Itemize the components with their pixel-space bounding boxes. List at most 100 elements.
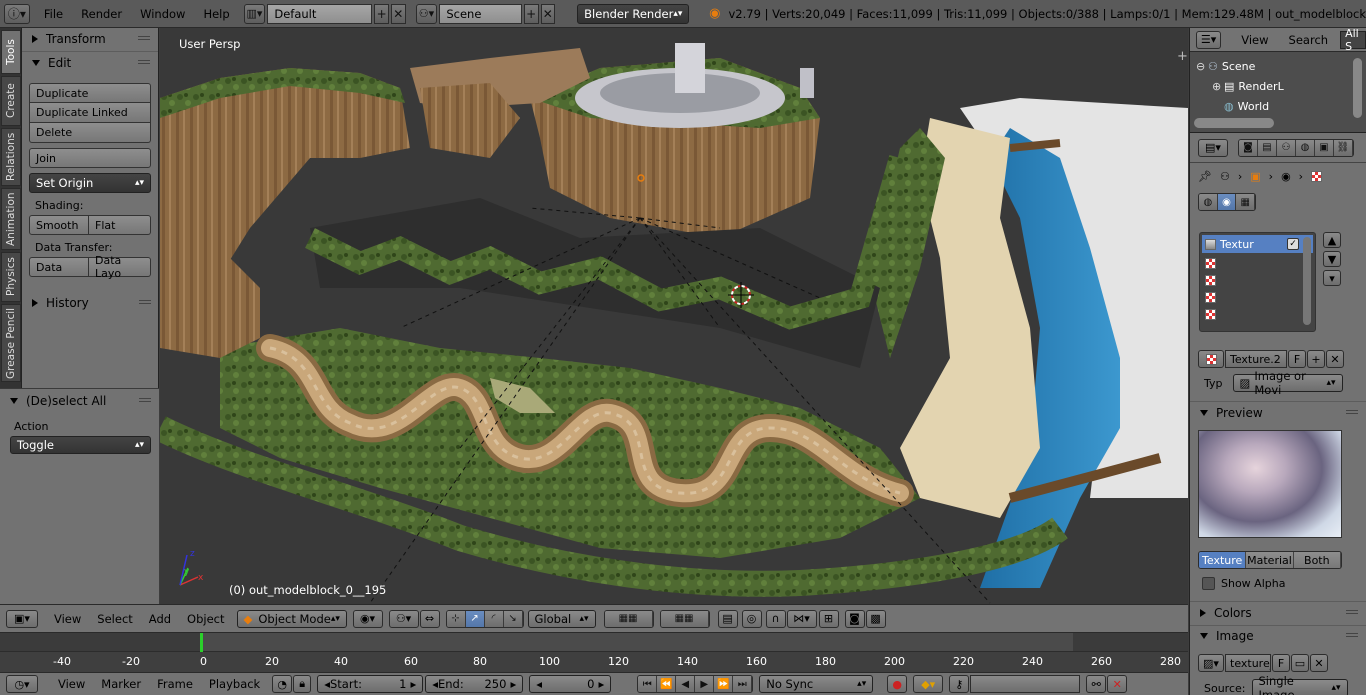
drag-grip-icon[interactable] bbox=[139, 398, 151, 404]
menu-view[interactable]: View bbox=[1233, 33, 1276, 47]
flat-button[interactable]: Flat bbox=[89, 215, 151, 235]
decrement-icon[interactable]: ◂ bbox=[536, 677, 542, 691]
keying-set-field[interactable] bbox=[970, 675, 1081, 693]
expand-icon[interactable]: ⊕ bbox=[1212, 80, 1224, 93]
texture-context-tabs[interactable]: ◍ ◉ ▦ bbox=[1198, 193, 1256, 211]
render-anim-button[interactable]: ▩ bbox=[865, 609, 886, 628]
render-layers-tab-icon[interactable]: ▤ bbox=[1258, 139, 1277, 156]
menu-view[interactable]: View bbox=[50, 677, 93, 691]
browse-texture-button[interactable] bbox=[1198, 350, 1224, 368]
browse-image-button[interactable]: ▨▾ bbox=[1198, 654, 1224, 672]
tab-animation[interactable]: Animation bbox=[1, 188, 21, 250]
editor-type-outliner-button[interactable]: ☰▾ bbox=[1196, 30, 1222, 49]
texture-slot-active[interactable]: Textur ✓ bbox=[1202, 235, 1313, 253]
slot-specials-button[interactable]: ▾ bbox=[1323, 270, 1341, 286]
object-tab-icon[interactable]: ▣ bbox=[1315, 139, 1334, 156]
start-frame-field[interactable]: ◂ Start: 1 ▸ bbox=[317, 675, 424, 693]
edit-panel-header[interactable]: Edit bbox=[22, 53, 158, 73]
menu-help[interactable]: Help bbox=[195, 7, 237, 21]
rotate-icon[interactable]: ◜ bbox=[484, 610, 504, 627]
drag-grip-icon[interactable] bbox=[1346, 410, 1358, 416]
operator-panel-header[interactable]: (De)select All bbox=[0, 391, 159, 411]
texture-slot-icon[interactable] bbox=[1205, 292, 1216, 303]
join-button[interactable]: Join bbox=[29, 148, 151, 168]
increment-icon[interactable]: ▸ bbox=[410, 677, 416, 691]
texture-name-field[interactable]: Texture.2 bbox=[1225, 350, 1287, 368]
axis-manipulator-icon[interactable]: ⊹ bbox=[446, 610, 466, 627]
outliner-h-scrollbar[interactable] bbox=[1194, 118, 1274, 128]
pin-icon[interactable]: 📌︎ bbox=[1198, 170, 1212, 183]
drag-grip-icon[interactable] bbox=[1346, 610, 1358, 616]
colors-panel-header[interactable]: Colors bbox=[1190, 603, 1366, 623]
image-panel-header[interactable]: Image bbox=[1190, 626, 1366, 646]
layers-group-a[interactable]: ▦▦ bbox=[603, 609, 654, 628]
manipulator-toggle[interactable]: ⇔ bbox=[419, 609, 440, 628]
remove-layout-button[interactable]: ✕ bbox=[391, 3, 406, 24]
preview-tab-texture[interactable]: Texture bbox=[1199, 552, 1247, 568]
timeline[interactable]: -40 -20 0 20 40 60 80 100 120 140 160 18… bbox=[0, 632, 1188, 673]
scene-field[interactable]: Scene bbox=[439, 3, 522, 24]
drag-grip-icon[interactable] bbox=[138, 36, 150, 42]
unlink-texture-button[interactable]: ✕ bbox=[1326, 350, 1344, 368]
world-tab-icon[interactable]: ◍ bbox=[1296, 139, 1315, 156]
delete-button[interactable]: Delete bbox=[29, 123, 151, 143]
editor-type-info-button[interactable]: ⓘ▾ bbox=[4, 3, 30, 24]
snap-target-button[interactable]: ⊞ bbox=[818, 609, 839, 628]
delete-key-button[interactable]: ✕ bbox=[1107, 675, 1128, 693]
play-reverse-icon[interactable]: ◀ bbox=[676, 676, 696, 692]
unlink-image-button[interactable]: ✕ bbox=[1310, 654, 1328, 672]
constraints-tab-icon[interactable]: ⛓ bbox=[1334, 139, 1353, 156]
insert-keyframe-button[interactable]: ⚷ bbox=[949, 675, 970, 693]
keying-set-button[interactable]: ◆▾ bbox=[913, 675, 944, 693]
texture-slot-list[interactable]: Textur ✓ bbox=[1199, 232, 1316, 332]
transform-panel-header[interactable]: Transform bbox=[22, 29, 158, 49]
translate-icon[interactable]: ↗ bbox=[465, 610, 485, 627]
insert-key-button[interactable]: ⚯ bbox=[1086, 675, 1107, 693]
prev-keyframe-icon[interactable]: ⏪ bbox=[657, 676, 677, 692]
texture-type-select[interactable]: ▨ Image or Movi ▴▾ bbox=[1232, 369, 1343, 397]
duplicate-button[interactable]: Duplicate bbox=[29, 83, 151, 103]
scene-tab-icon[interactable]: ⚇ bbox=[1277, 139, 1296, 156]
image-name-field[interactable]: texture_1 bbox=[1225, 654, 1271, 672]
remove-scene-button[interactable]: ✕ bbox=[540, 3, 556, 24]
preview-tab-material[interactable]: Material bbox=[1246, 552, 1294, 568]
lock-layers-button[interactable]: ▤ bbox=[717, 609, 738, 628]
tab-physics[interactable]: Physics bbox=[1, 252, 21, 302]
drag-grip-icon[interactable] bbox=[138, 60, 150, 66]
layers-group-b[interactable]: ▦▦ bbox=[659, 609, 710, 628]
tab-tools[interactable]: Tools bbox=[1, 30, 21, 74]
tab-grease-pencil[interactable]: Grease Pencil bbox=[1, 304, 21, 382]
render-still-button[interactable]: ◙ bbox=[844, 609, 865, 628]
texture-slot-icon[interactable] bbox=[1205, 258, 1216, 269]
preview-tab-both[interactable]: Both bbox=[1293, 552, 1341, 568]
increment-icon[interactable]: ▸ bbox=[598, 677, 604, 691]
tab-relations[interactable]: Relations bbox=[1, 128, 21, 186]
smooth-button[interactable]: Smooth bbox=[29, 215, 89, 235]
data-button[interactable]: Data bbox=[29, 257, 89, 277]
action-select[interactable]: Toggle ▴▾ bbox=[10, 436, 151, 454]
transform-manipulators[interactable]: ⊹ ↗ ◜ ↘ bbox=[445, 609, 524, 628]
open-image-button[interactable]: ▭ bbox=[1291, 654, 1309, 672]
new-texture-button[interactable]: + bbox=[1307, 350, 1325, 368]
drag-grip-icon[interactable] bbox=[139, 300, 151, 306]
screen-layout-field[interactable]: Default bbox=[267, 3, 373, 24]
image-source-select[interactable]: Single Image ▴▾ bbox=[1251, 674, 1348, 695]
snap-toggle[interactable]: ∩ bbox=[765, 609, 786, 628]
screen-layout-picker[interactable]: ▥▾ bbox=[243, 3, 266, 24]
jump-start-icon[interactable]: ⏮ bbox=[638, 676, 658, 692]
move-slot-down-button[interactable]: ▼ bbox=[1323, 251, 1341, 267]
slot-list-scrollbar[interactable] bbox=[1303, 237, 1311, 325]
orientation-select[interactable]: Global ▴▾ bbox=[527, 609, 596, 628]
menu-view[interactable]: View bbox=[46, 612, 89, 626]
outliner-item-world[interactable]: ◍ World bbox=[1196, 96, 1284, 116]
texture-slot-icon[interactable] bbox=[1205, 309, 1216, 320]
auto-keying-button[interactable]: ● bbox=[887, 675, 908, 693]
texture-slot-icon[interactable] bbox=[1205, 275, 1216, 286]
snap-element-button[interactable]: ⋈▾ bbox=[786, 609, 817, 628]
layer-icon[interactable]: ▦▦ bbox=[604, 610, 653, 627]
mode-select[interactable]: ◆ Object Mode ▴▾ bbox=[236, 609, 347, 628]
lock-range-toggle[interactable]: 🔒︎ bbox=[293, 675, 312, 693]
show-alpha-checkbox[interactable] bbox=[1202, 577, 1215, 590]
menu-frame[interactable]: Frame bbox=[149, 677, 201, 691]
outliner-v-scrollbar[interactable] bbox=[1353, 58, 1362, 118]
